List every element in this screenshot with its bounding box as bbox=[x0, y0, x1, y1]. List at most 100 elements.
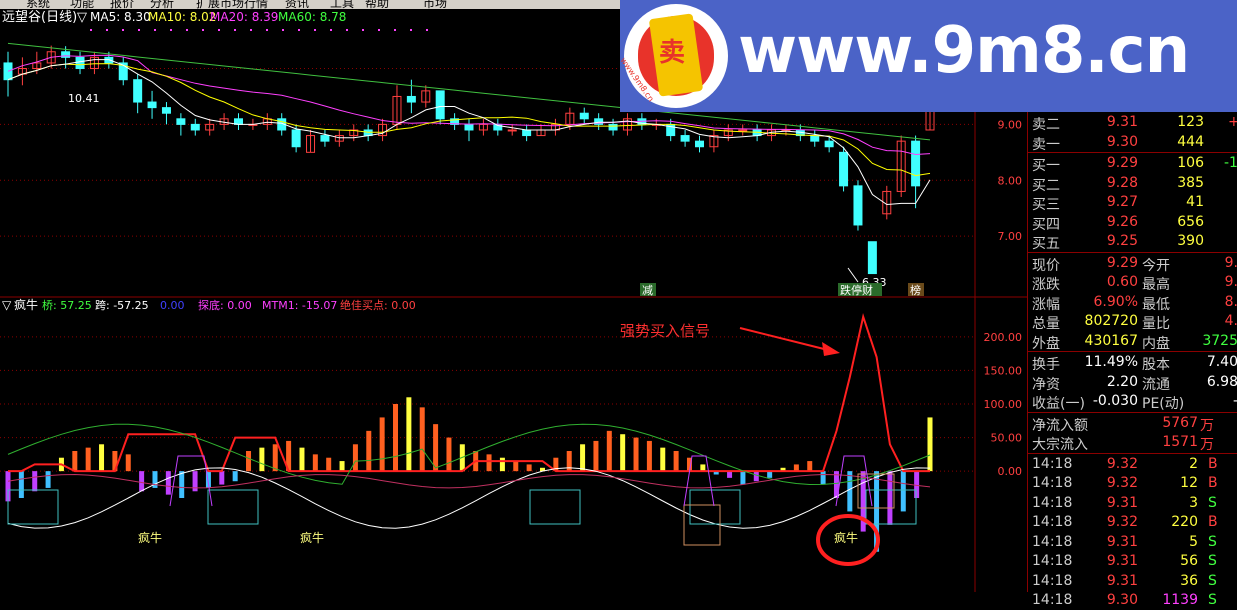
osc-bar bbox=[32, 471, 38, 492]
osc-bar bbox=[272, 444, 278, 472]
chart-title: 远望谷(日线) bbox=[2, 9, 77, 25]
osc-bar bbox=[125, 454, 131, 472]
signal-box bbox=[689, 489, 741, 525]
dot-marker bbox=[426, 29, 428, 31]
ma10-label: MA10: 8.02 bbox=[148, 10, 216, 24]
osc-bar bbox=[72, 451, 78, 472]
osc-bar bbox=[820, 471, 826, 485]
tick-row: 14:18 9.31 56 S bbox=[1032, 553, 1217, 569]
ma20-label: MA20: 8.39 bbox=[210, 10, 278, 24]
candle bbox=[738, 129, 748, 132]
fengniu-label: 疯牛 bbox=[300, 530, 324, 545]
signal-box bbox=[7, 489, 59, 525]
osc-bar bbox=[740, 471, 746, 485]
quote-panel: 卖二 9.31 123 + 卖一 9.30 444 买一 9.29 106 -1 买二 9.28 385 买… bbox=[1027, 112, 1237, 608]
stat2-row: 净资 2.20 流通 6.98 bbox=[1032, 373, 1237, 393]
osc-bar bbox=[593, 440, 599, 472]
osc-bar bbox=[232, 471, 238, 482]
osc-bar bbox=[727, 471, 733, 478]
candle bbox=[161, 107, 171, 114]
osc-bar bbox=[847, 471, 853, 512]
candle bbox=[911, 140, 921, 187]
tick-row: 14:18 9.30 1139 S bbox=[1032, 592, 1217, 608]
osc-bar bbox=[767, 471, 773, 478]
dot-marker bbox=[266, 29, 268, 31]
stat2-row: 换手 11.49% 股本 7.40 bbox=[1032, 354, 1237, 373]
osc-bar bbox=[513, 461, 519, 472]
magenta-line bbox=[7, 473, 931, 489]
price-axis-tick: 9.00 bbox=[998, 118, 1023, 131]
osc-bar bbox=[499, 457, 505, 472]
dot-marker bbox=[346, 29, 348, 31]
osc-bar bbox=[379, 417, 385, 472]
osc-bar bbox=[246, 451, 252, 472]
osc-bar bbox=[526, 464, 532, 472]
dot-marker bbox=[154, 29, 156, 31]
osc-bar bbox=[99, 444, 105, 472]
osc-bar bbox=[85, 447, 91, 472]
osc-bar bbox=[406, 397, 412, 472]
tick-row: 14:18 9.31 3 S bbox=[1032, 494, 1217, 511]
tick-row: 14:18 9.31 36 S bbox=[1032, 572, 1217, 589]
signal-box bbox=[529, 489, 581, 525]
osc-bar bbox=[807, 461, 813, 472]
strong-signal-line bbox=[8, 312, 930, 473]
stat2-row: 收益(一)-0.030PE(动)- bbox=[1032, 393, 1237, 412]
candle bbox=[147, 101, 157, 109]
watermark-logo: 卖 www.9m8.cn bbox=[620, 4, 728, 108]
annotation-arrow bbox=[739, 327, 829, 351]
candle bbox=[507, 129, 517, 132]
caret-icon: ▽ bbox=[77, 10, 87, 25]
candle bbox=[579, 112, 589, 120]
dot-marker bbox=[122, 29, 124, 31]
dot-marker bbox=[138, 29, 140, 31]
price-axis-tick: 7.00 bbox=[998, 230, 1023, 243]
osc-bar bbox=[620, 434, 626, 472]
low-pointer bbox=[847, 267, 859, 283]
osc-bar bbox=[18, 471, 24, 498]
flow-row: 净流入额 5767 万 bbox=[1032, 414, 1214, 434]
dot-marker bbox=[330, 29, 332, 31]
candle bbox=[320, 135, 330, 142]
buy-row: 买二 9.28 385 bbox=[1032, 174, 1204, 194]
arrow-head bbox=[822, 342, 840, 356]
candle bbox=[464, 123, 474, 131]
candle bbox=[680, 135, 690, 142]
candle bbox=[839, 151, 849, 187]
buy-row: 买三 9.27 41 bbox=[1032, 194, 1204, 213]
osc-bar bbox=[433, 424, 439, 472]
qiao-label: 桥: 57.25 bbox=[42, 299, 92, 312]
dot-marker bbox=[314, 29, 316, 31]
stat-row: 总量 802720 量比 4. bbox=[1032, 313, 1237, 332]
candle bbox=[190, 123, 200, 131]
osc-axis-tick: 100.00 bbox=[984, 398, 1023, 411]
signal-box bbox=[683, 504, 721, 546]
dot-marker bbox=[298, 29, 300, 31]
osc-bar bbox=[887, 471, 893, 525]
kua-extra-label: 0.00 bbox=[160, 299, 185, 312]
osc-bar bbox=[446, 437, 452, 472]
osc-bar bbox=[900, 471, 906, 512]
tick-row: 14:18 9.31 5 S bbox=[1032, 533, 1217, 550]
mtm-label: MTM1: -15.07 bbox=[262, 299, 337, 312]
osc-bar bbox=[860, 471, 866, 532]
candle bbox=[867, 241, 877, 275]
osc-bar bbox=[312, 454, 318, 472]
dot-marker bbox=[410, 29, 412, 31]
marker-dieting: 跌停财 bbox=[840, 283, 873, 297]
candle bbox=[176, 118, 186, 125]
dot-marker bbox=[106, 29, 108, 31]
annotation-text: 强势买入信号 bbox=[620, 322, 710, 340]
buy-row: 买一 9.29 106 -1 bbox=[1032, 155, 1237, 174]
caret-icon: ▽ bbox=[2, 298, 12, 312]
candle bbox=[824, 140, 834, 148]
candle bbox=[291, 129, 301, 148]
dot-marker bbox=[90, 29, 92, 31]
stat-row: 涨幅 6.90% 最低 8. bbox=[1032, 293, 1237, 313]
ma60-label: MA60: 8.78 bbox=[278, 10, 346, 24]
dot-marker bbox=[202, 29, 204, 31]
osc-bar bbox=[673, 451, 679, 472]
osc-bar bbox=[299, 447, 305, 472]
dot-marker bbox=[378, 29, 380, 31]
fengniu-label: 疯牛 bbox=[138, 530, 162, 545]
